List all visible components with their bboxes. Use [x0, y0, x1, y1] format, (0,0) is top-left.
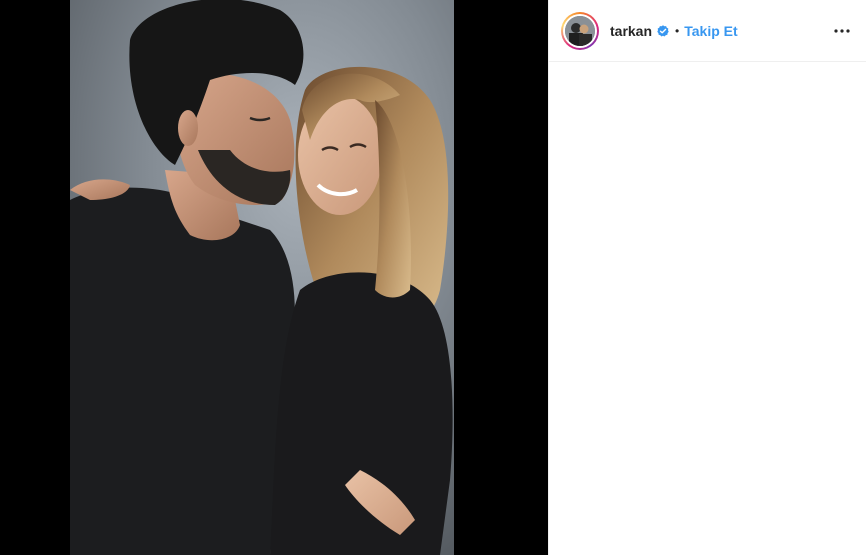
avatar[interactable] — [565, 15, 595, 46]
username-link[interactable]: tarkan — [610, 23, 652, 39]
media-pane — [0, 0, 548, 555]
author-row: tarkan • Takip Et — [610, 23, 738, 39]
follow-button[interactable]: Takip Et — [684, 23, 737, 39]
more-options-icon[interactable] — [830, 19, 854, 43]
verified-badge-icon — [657, 24, 669, 37]
separator-dot: • — [675, 23, 680, 38]
post-sidebar: tarkan • Takip Et — [548, 0, 866, 555]
instagram-post: tarkan • Takip Et — [0, 0, 866, 555]
post-photo[interactable] — [70, 0, 454, 555]
post-header: tarkan • Takip Et — [549, 0, 866, 62]
story-ring[interactable] — [561, 11, 599, 50]
